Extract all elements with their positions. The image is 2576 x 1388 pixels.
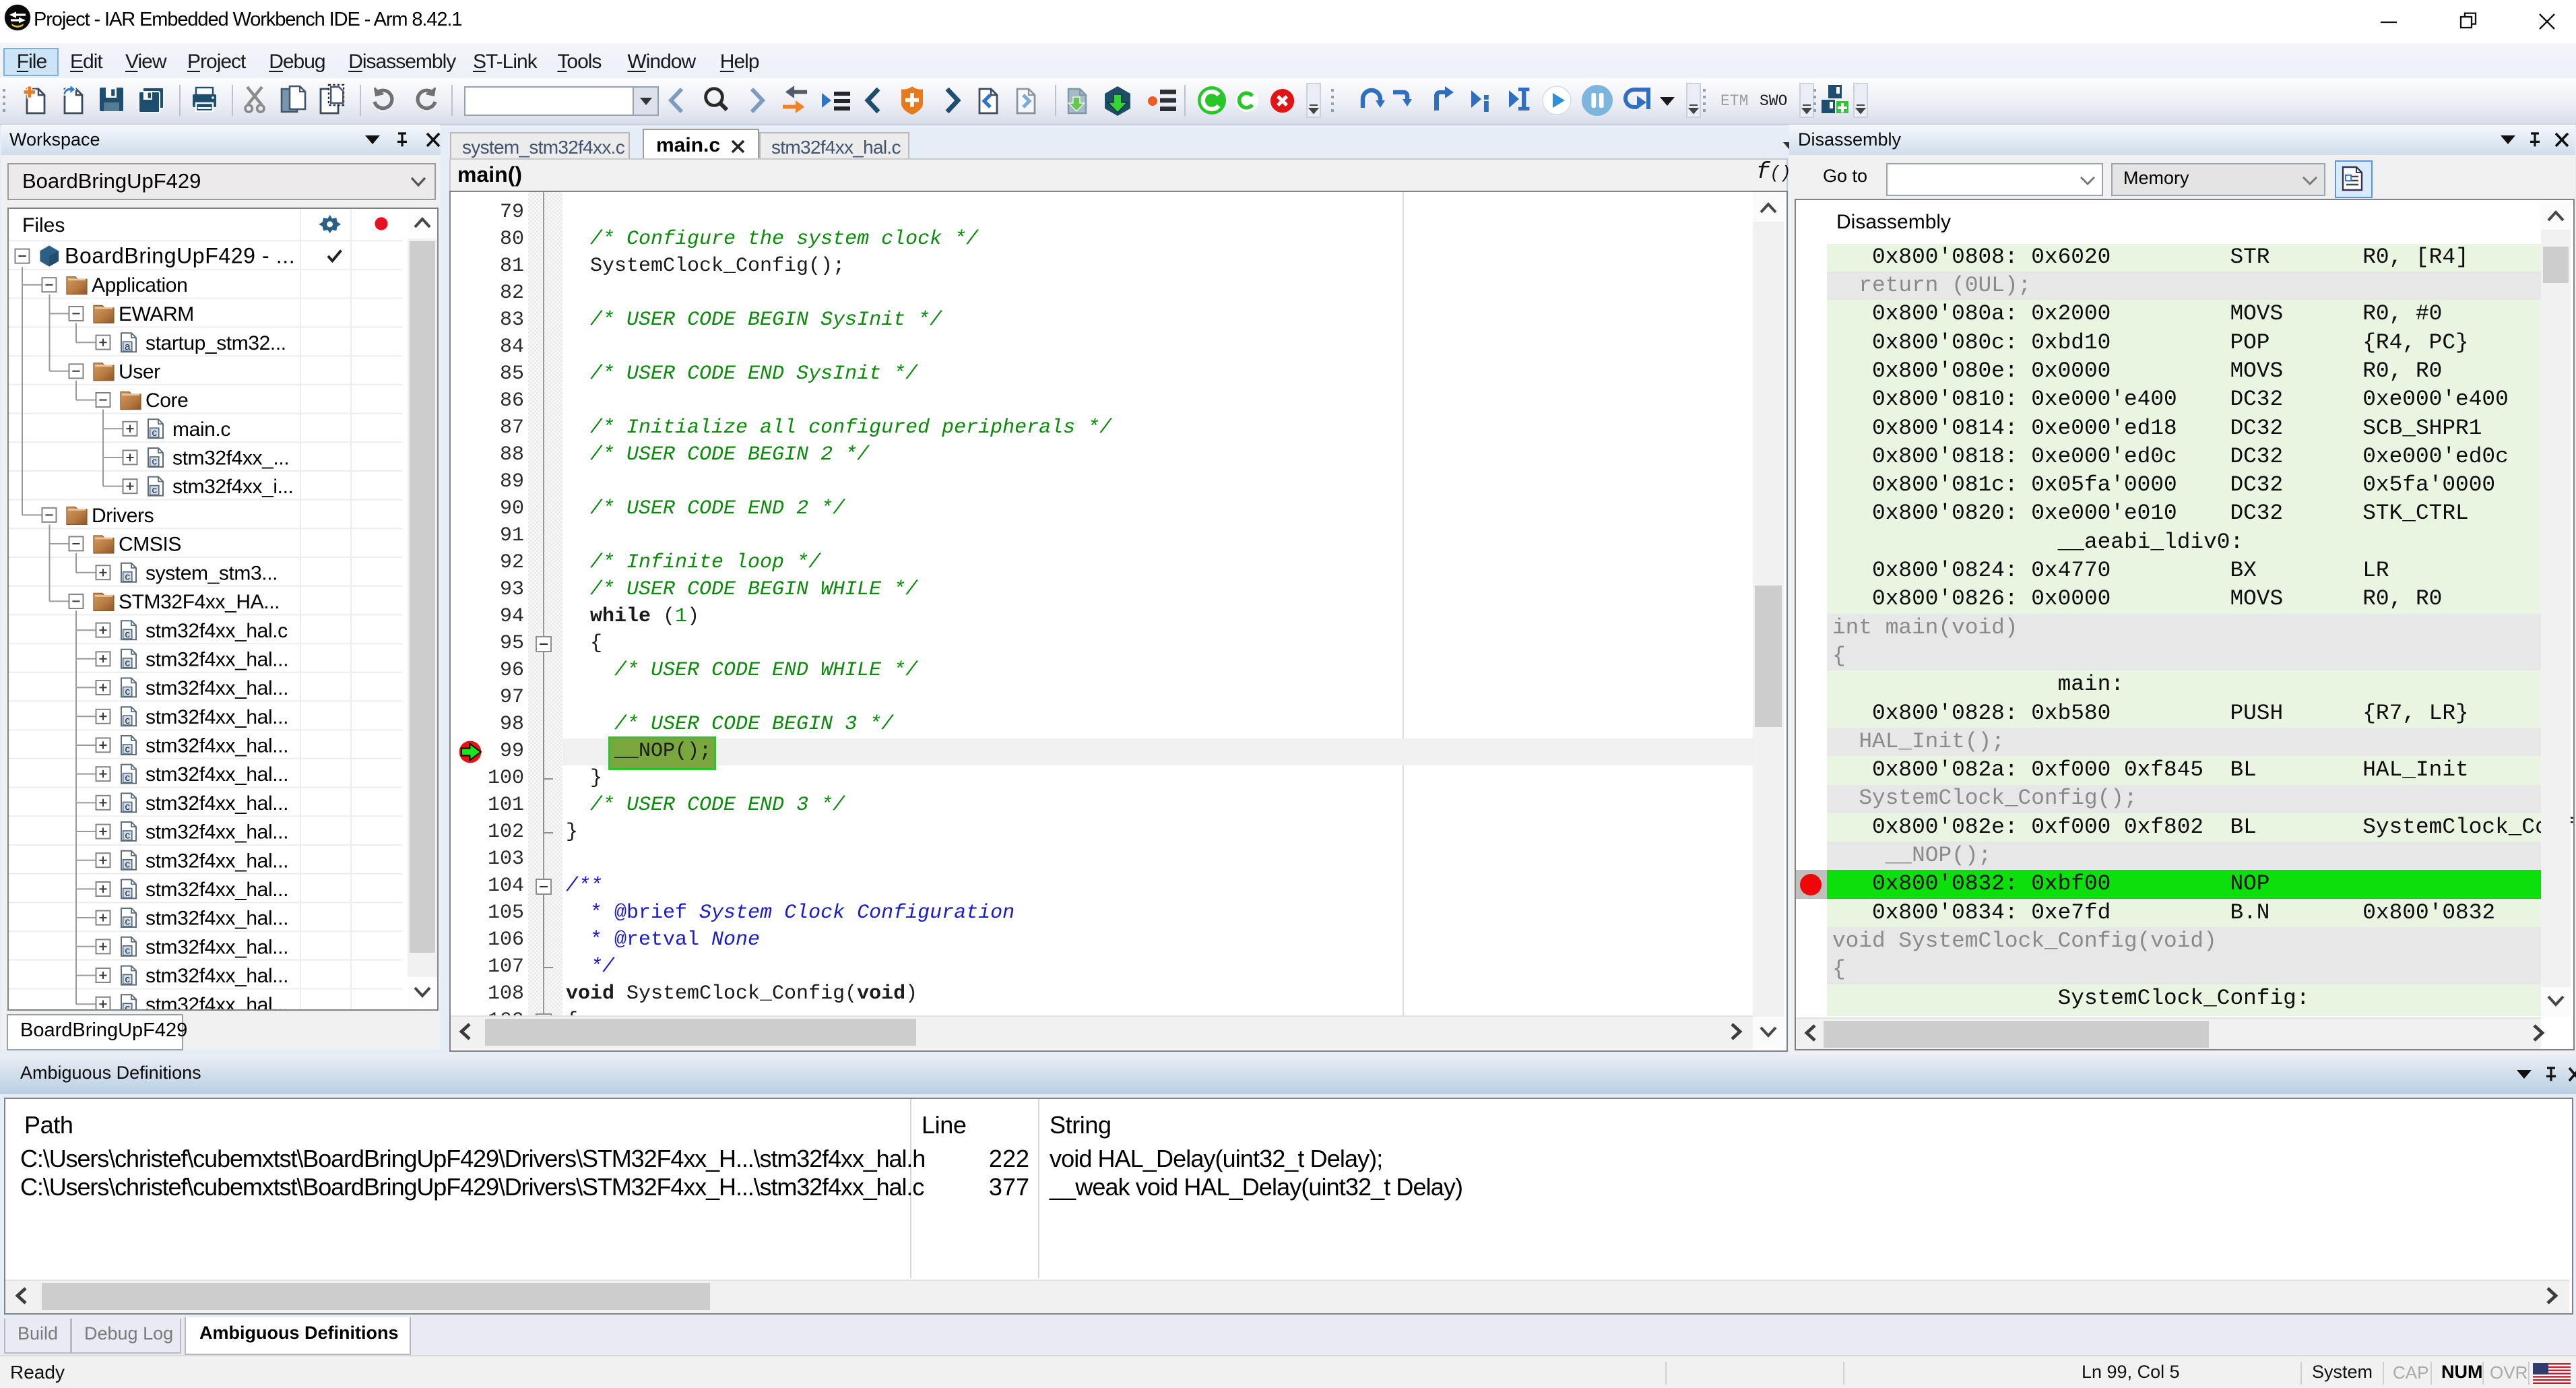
svg-text:c: c [125,945,130,956]
svg-text:c: c [125,801,130,813]
svg-text:stm32f4xx_hal...: stm32f4xx_hal... [146,965,288,987]
svg-text:BoardBringUpF429 - ...: BoardBringUpF429 - ... [65,244,295,268]
svg-text:c: c [125,629,130,640]
svg-text:c: c [152,484,157,496]
svg-text:c: c [152,427,157,439]
svg-text:stm32f4xx_hal...: stm32f4xx_hal... [146,648,288,670]
svg-text:startup_stm32...: startup_stm32... [146,332,286,354]
svg-text:Files: Files [22,214,65,236]
svg-text:STM32F4xx_HA...: STM32F4xx_HA... [119,591,280,613]
svg-text:User: User [119,360,160,383]
svg-text:c: c [125,657,130,668]
svg-text:Core: Core [146,389,188,412]
svg-text:stm32f4xx_hal...: stm32f4xx_hal... [146,936,288,958]
svg-text:c: c [125,916,130,928]
svg-text:stm32f4xx_hal...: stm32f4xx_hal... [146,677,288,699]
svg-text:EWARM: EWARM [119,303,194,325]
svg-text:stm32f4xx_i...: stm32f4xx_i... [172,476,293,498]
svg-text:a: a [125,341,131,352]
svg-text:Application: Application [92,274,187,296]
svg-text:stm32f4xx_...: stm32f4xx_... [172,447,289,470]
svg-text:main.c: main.c [172,418,230,441]
svg-text:c: c [152,456,157,468]
svg-text:stm32f4xx_hal...: stm32f4xx_hal... [146,821,288,844]
svg-text:system_stm3...: system_stm3... [146,562,278,584]
svg-text:stm32f4xx_hal...: stm32f4xx_hal... [146,994,288,1009]
svg-text:stm32f4xx_hal...: stm32f4xx_hal... [146,908,288,930]
svg-text:c: c [125,887,130,899]
svg-text:c: c [125,744,130,755]
svg-text:c: c [125,974,130,985]
svg-text:stm32f4xx_hal.c: stm32f4xx_hal.c [146,620,288,642]
svg-text:c: c [125,830,130,842]
svg-text:c: c [125,1003,130,1009]
svg-text:c: c [125,772,130,784]
svg-text:c: c [125,858,130,870]
svg-text:stm32f4xx_hal...: stm32f4xx_hal... [146,792,288,815]
svg-text:c: c [125,571,130,582]
svg-text:Drivers: Drivers [92,505,154,527]
svg-text:stm32f4xx_hal...: stm32f4xx_hal... [146,763,288,786]
svg-text:stm32f4xx_hal...: stm32f4xx_hal... [146,850,288,872]
svg-text:stm32f4xx_hal...: stm32f4xx_hal... [146,706,288,728]
svg-text:ETM: ETM [1720,92,1748,110]
svg-text:CMSIS: CMSIS [119,534,181,556]
svg-text:stm32f4xx_hal...: stm32f4xx_hal... [146,735,288,757]
svg-text:SWO: SWO [1760,92,1787,110]
svg-text:c: c [125,715,130,726]
svg-text:c: c [125,686,130,697]
svg-text:stm32f4xx_hal...: stm32f4xx_hal... [146,879,288,901]
